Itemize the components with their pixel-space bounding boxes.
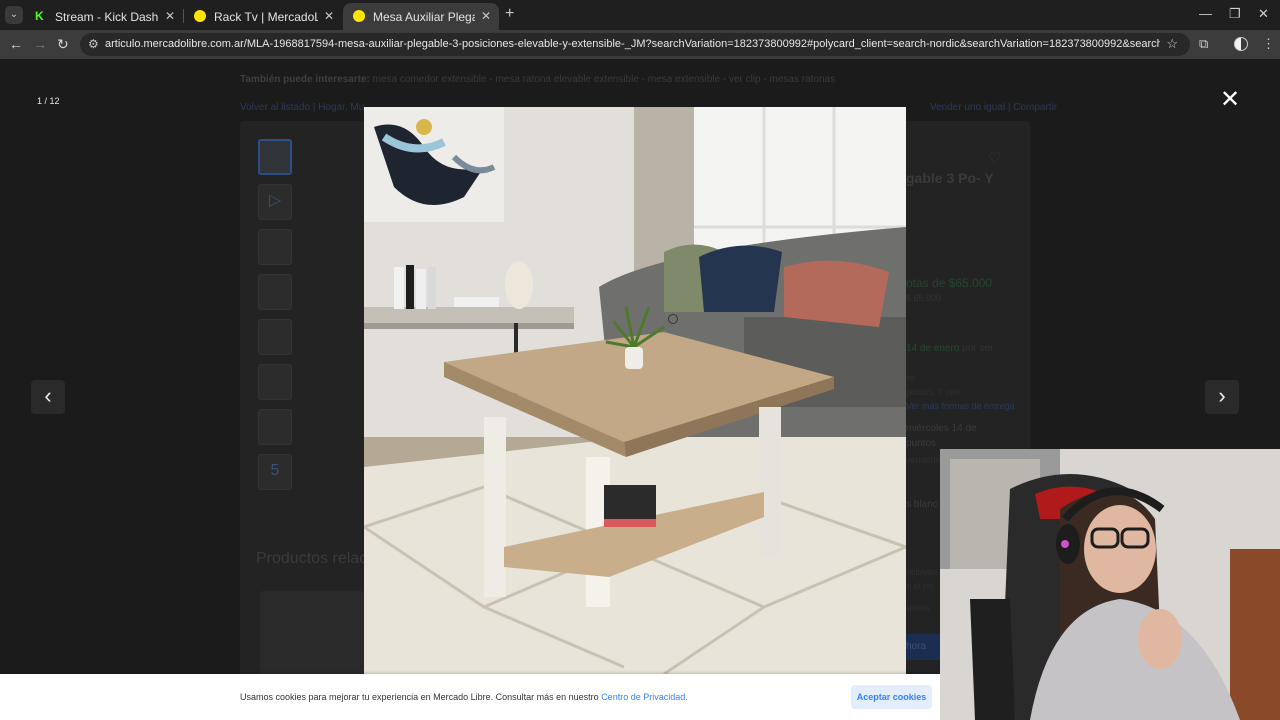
tab-search-button[interactable]: ⌄	[5, 6, 23, 24]
back-icon[interactable]: ←	[9, 36, 23, 52]
shipping-text: 14 de enero por ser	[906, 343, 994, 354]
pickup-text: puntos	[906, 438, 937, 449]
cookie-message: Usamos cookies para mejorar tu experienc…	[240, 692, 688, 702]
webcam-overlay	[940, 449, 1280, 720]
price-small: $ 65.000	[906, 293, 942, 303]
browser-toolbar: ← → ↻ ⚙ articulo.mercadolibre.com.ar/MLA…	[0, 30, 1280, 59]
tab-title: Stream - Kick Dashboard	[55, 10, 159, 24]
thumbnail	[258, 229, 292, 265]
close-window-icon[interactable]: ✕	[1258, 6, 1269, 22]
new-tab-button[interactable]: +	[505, 6, 514, 22]
thumbnail-video: ▷	[258, 184, 292, 220]
tab-kick-dashboard[interactable]: K Stream - Kick Dashboard ✕	[25, 3, 183, 30]
bookmark-star-icon[interactable]: ☆	[1166, 36, 1178, 52]
close-tab-icon[interactable]: ✕	[324, 9, 334, 23]
site-info-icon[interactable]: ⚙	[88, 37, 99, 51]
zoom-cursor-icon	[668, 314, 678, 324]
delivery-options-link: Ver más formas de entrega	[906, 401, 1015, 411]
thumbnail	[258, 139, 292, 175]
seller-text: vendedor	[906, 455, 944, 465]
tab-bar: ⌄ K Stream - Kick Dashboard ✕ Rack Tv | …	[0, 0, 1280, 30]
tab-title: Mesa Auxiliar Plegable 3 Posic	[373, 10, 475, 24]
close-lightbox-button[interactable]: ✕	[1219, 88, 1241, 112]
streamer-webcam-image	[940, 449, 1280, 720]
buy-now-button: hora	[906, 634, 940, 660]
thumbnail-more: 5	[258, 454, 292, 490]
shipping-detail: os	[906, 373, 916, 383]
minimize-icon[interactable]: —	[1199, 6, 1212, 21]
related-product-image	[260, 591, 364, 681]
previous-image-button[interactable]: ‹	[31, 380, 65, 414]
browser-menu-icon[interactable]: ⋮	[1262, 36, 1275, 52]
favorite-heart-icon: ♡	[988, 150, 1002, 167]
accept-cookies-button[interactable]: Aceptar cookies	[851, 685, 932, 709]
extensions-icon[interactable]: ⧉	[1199, 36, 1208, 52]
info-text: o el po	[906, 581, 934, 591]
breadcrumb: Volver al listado | Hogar, Mu	[240, 102, 365, 113]
close-tab-icon[interactable]: ✕	[165, 9, 175, 23]
thumbnail	[258, 364, 292, 400]
thumbnail	[258, 274, 292, 310]
forward-icon[interactable]: →	[33, 36, 47, 52]
reload-icon[interactable]: ↻	[57, 36, 69, 52]
pickup-text: miércoles 14 de	[906, 423, 977, 434]
next-image-button[interactable]: ›	[1205, 380, 1239, 414]
color-text: s blanc	[906, 499, 938, 510]
also-interesting: También puede interesarte: mesa comedor …	[240, 74, 836, 85]
thumbnail	[258, 409, 292, 445]
thumbnail	[258, 319, 292, 355]
tab-rack-tv[interactable]: Rack Tv | MercadoLibre 📦 ✕	[184, 3, 342, 30]
mercadolibre-icon	[194, 10, 206, 22]
shipping-detail: puntos, 7 con	[906, 387, 961, 397]
profile-avatar[interactable]	[1234, 37, 1248, 51]
info-text: ncluyen	[906, 567, 938, 577]
tab-mesa-auxiliar[interactable]: Mesa Auxiliar Plegable 3 Posic ✕	[343, 3, 499, 30]
close-tab-icon[interactable]: ✕	[481, 9, 491, 23]
related-products-heading: Productos relac	[256, 550, 368, 567]
mercadolibre-icon	[353, 10, 365, 22]
info-text: ientos	[906, 603, 931, 613]
tab-title: Rack Tv | MercadoLibre 📦	[214, 10, 318, 24]
cookie-banner: Usamos cookies para mejorar tu experienc…	[0, 674, 940, 720]
product-photo[interactable]	[364, 107, 906, 674]
address-bar[interactable]: ⚙ articulo.mercadolibre.com.ar/MLA-19688…	[80, 33, 1190, 56]
restore-icon[interactable]: ❐	[1229, 6, 1241, 22]
image-counter: 1 / 12	[37, 96, 60, 106]
kick-icon: K	[35, 10, 47, 22]
living-room-coffee-table-image	[364, 107, 906, 674]
product-title: gable 3 Po- Y	[906, 170, 994, 186]
installments-text: otas de $65.000	[906, 276, 993, 290]
url-text: articulo.mercadolibre.com.ar/MLA-1968817…	[105, 38, 1160, 50]
privacy-center-link[interactable]: Centro de Privacidad.	[601, 692, 688, 702]
share-links: Vender uno igual | Compartir	[930, 102, 1058, 113]
